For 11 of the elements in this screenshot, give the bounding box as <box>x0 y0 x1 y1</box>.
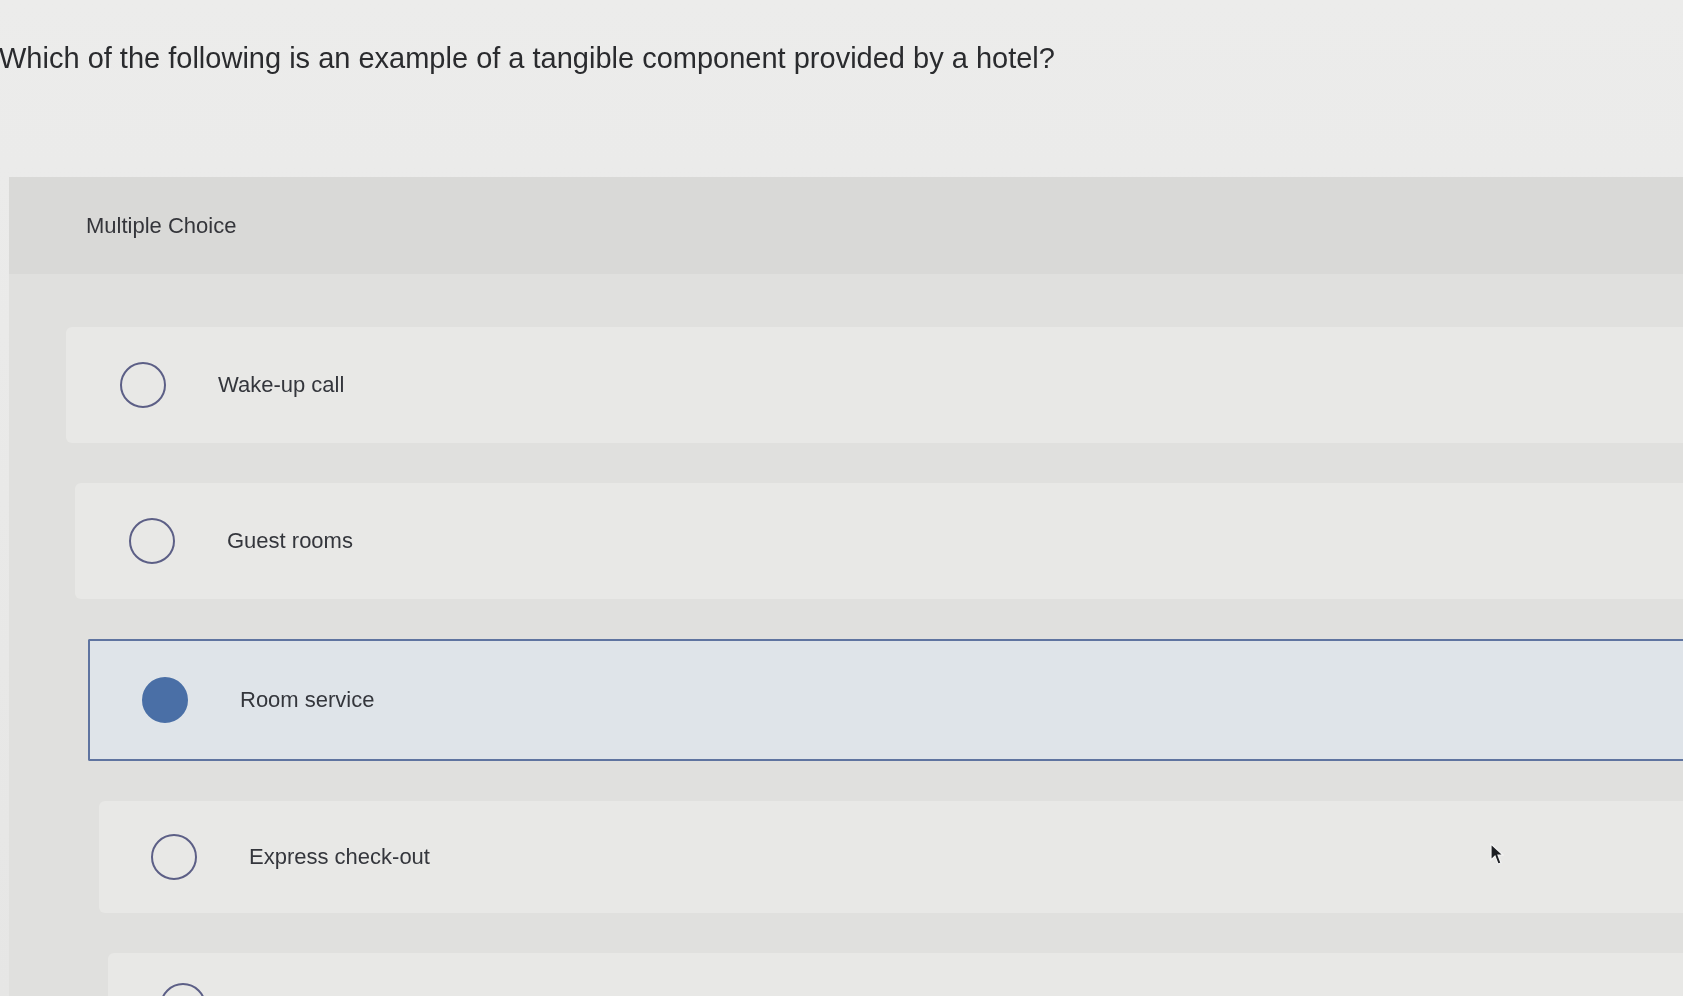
radio-button[interactable] <box>151 834 197 880</box>
question-text: Which of the following is an example of a tangible component provided by a hotel? <box>0 41 1055 75</box>
option-label: Wake-up call <box>218 371 345 399</box>
cursor-icon <box>1490 843 1504 865</box>
option-label: Express check-out <box>249 843 430 871</box>
question-type-label: Multiple Choice <box>86 211 237 240</box>
radio-button[interactable] <box>120 362 166 408</box>
radio-button[interactable] <box>142 677 188 723</box>
option-label: Guest rooms <box>227 527 353 555</box>
radio-button[interactable] <box>129 518 175 564</box>
option-label: Room service <box>240 686 375 714</box>
